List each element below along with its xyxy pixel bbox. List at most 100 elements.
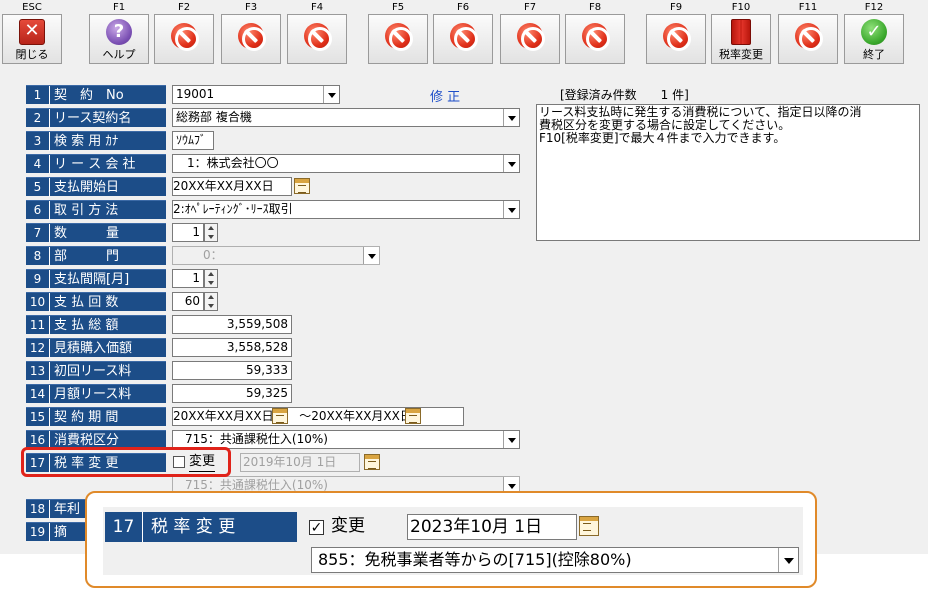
row-number: 2 [26,109,50,128]
payment-count-stepper[interactable] [204,292,218,311]
zoom-row-label: 17 税 率 変 更 [105,512,297,542]
chevron-down-icon[interactable] [363,247,379,264]
lease-name-select[interactable]: 総務部 複合機 [172,108,520,127]
f4-button[interactable] [287,14,347,64]
row-number: 14 [26,385,50,404]
chevron-down-icon[interactable] [503,431,519,448]
calendar-icon[interactable] [579,516,599,536]
zoom-callout-panel: 17 税 率 変 更 ✓ 変更 2023年10月 1日 855：免税事業者等から… [103,507,803,575]
zoom-date-input[interactable]: 2023年10月 1日 [407,514,577,540]
row-label-text: 月額リース料 [54,387,132,402]
contract-no-value: 19001 [176,87,215,101]
department-value: 0： [203,248,223,262]
close-button[interactable]: ✕ 閉じる [2,14,62,64]
calendar-icon[interactable] [272,408,288,424]
f2-button[interactable] [154,14,214,64]
contract-no-select[interactable]: 19001 [172,85,340,104]
estimated-price-input[interactable]: 3,558,528 [172,338,292,357]
payment-count-value: 60 [184,294,200,308]
quantity-value: 1 [192,225,200,239]
finish-button-caption: 終了 [863,48,885,61]
f8-key-group: F8 [565,0,625,66]
f1-key-group: F1 ? ヘルプ [89,0,149,66]
tax-rate-change-button[interactable]: 税率変更 [711,14,771,64]
monthly-payment-value: 59,325 [246,386,288,400]
f9-key-group: F9 [646,0,706,66]
chevron-down-icon[interactable] [503,201,519,218]
payment-count-input[interactable]: 60 [172,292,204,311]
row-label-text: 支払開始日 [54,180,120,195]
f1-key-label: F1 [112,2,126,13]
payment-start-date-input[interactable]: 20XX年XX月XX日 [172,177,292,196]
calendar-icon[interactable] [294,178,310,194]
quantity-stepper[interactable] [204,223,218,242]
row-number: 5 [26,178,50,197]
row-label-text: 支 払 回 数 [54,295,119,310]
payment-interval-stepper[interactable] [204,269,218,288]
lease-name-value: 総務部 複合機 [176,110,252,124]
registered-count: [登録済み件数 1 件] [560,88,689,102]
row-number: 1 [26,86,50,105]
row-label-monthly-payment: 14 月額リース料 [26,384,166,404]
calendar-icon[interactable] [364,454,380,470]
f8-button[interactable] [565,14,625,64]
total-payment-input[interactable]: 3,559,508 [172,315,292,334]
row-number: 18 [26,500,50,519]
row-label-payment-count: 10 支 払 回 数 [26,292,166,312]
first-payment-input[interactable]: 59,333 [172,361,292,380]
tax-rate-change-date-input[interactable]: 2019年10月 1日 [240,453,360,472]
f11-button[interactable] [778,14,838,64]
contract-start-value[interactable]: 20XX年XX月XX日 [173,409,274,423]
memo-line: F10[税率変更]で最大４件まで入力できます。 [539,131,786,145]
row-number: 19 [26,523,50,542]
zoom-change-checkbox[interactable]: ✓ [309,520,324,535]
lease-company-select[interactable]: 1：株式会社〇〇 [172,154,520,173]
tax-rate-change-date-value: 2019年10月 1日 [243,455,337,469]
book-icon [731,19,751,45]
zoom-tax-category-value: 855：免税事業者等からの[715](控除80%) [318,550,632,569]
search-kana-input[interactable]: ｿｳﾑﾌﾞ [172,131,214,150]
calendar-icon[interactable] [405,408,421,424]
zoom-row-number: 17 [105,512,143,542]
f4-key-label: F4 [310,2,324,13]
f5-key-label: F5 [391,2,405,13]
f5-button[interactable] [368,14,428,64]
disabled-icon [663,23,691,51]
quantity-input[interactable]: 1 [172,223,204,242]
transaction-method-value: 2:ｵﾍﾟﾚｰﾃｨﾝｸﾞ･ﾘｰｽ取引 [173,202,293,216]
f8-key-label: F8 [588,2,602,13]
transaction-method-select[interactable]: 2:ｵﾍﾟﾚｰﾃｨﾝｸﾞ･ﾘｰｽ取引 [172,200,520,219]
description-memo: リース料支払時に発生する消費税について、指定日以降の消 費税区分を変更する場合に… [536,104,920,241]
monthly-payment-input[interactable]: 59,325 [172,384,292,403]
contract-end-value[interactable]: 20XX年XX月XX日 [311,409,412,423]
range-separator: ～ [299,409,312,423]
f3-button[interactable] [221,14,281,64]
finish-button[interactable]: ✓ 終了 [844,14,904,64]
row-label-contract-no: 1 契 約 No [26,85,166,105]
f6-button[interactable] [433,14,493,64]
close-button-caption: 閉じる [15,48,49,61]
row-label-search-kana: 3 検 索 用 ｶﾅ [26,131,166,151]
f2-key-label: F2 [177,2,191,13]
row-label-text: 初回リース料 [54,364,132,379]
chevron-down-icon[interactable] [503,155,519,172]
f9-button[interactable] [646,14,706,64]
zoom-tax-category-select[interactable]: 855：免税事業者等からの[715](控除80%) [311,547,799,573]
row-number: 10 [26,293,50,312]
help-button[interactable]: ? ヘルプ [89,14,149,64]
row-number: 11 [26,316,50,335]
department-select[interactable]: 0： [172,246,380,265]
row-label-text: 数 量 [54,226,120,241]
f7-button[interactable] [500,14,560,64]
f5-key-group: F5 [368,0,428,66]
tax-category-value: 715：共通課税仕入(10%) [185,432,328,446]
chevron-down-icon[interactable] [778,548,798,572]
payment-interval-input[interactable]: 1 [172,269,204,288]
chevron-down-icon[interactable] [323,86,339,103]
close-icon: ✕ [19,19,45,45]
f4-key-group: F4 [287,0,347,66]
zoom-row-label-text: 税 率 変 更 [151,517,236,537]
row-number: 12 [26,339,50,358]
chevron-down-icon[interactable] [503,109,519,126]
disabled-icon [304,23,332,51]
